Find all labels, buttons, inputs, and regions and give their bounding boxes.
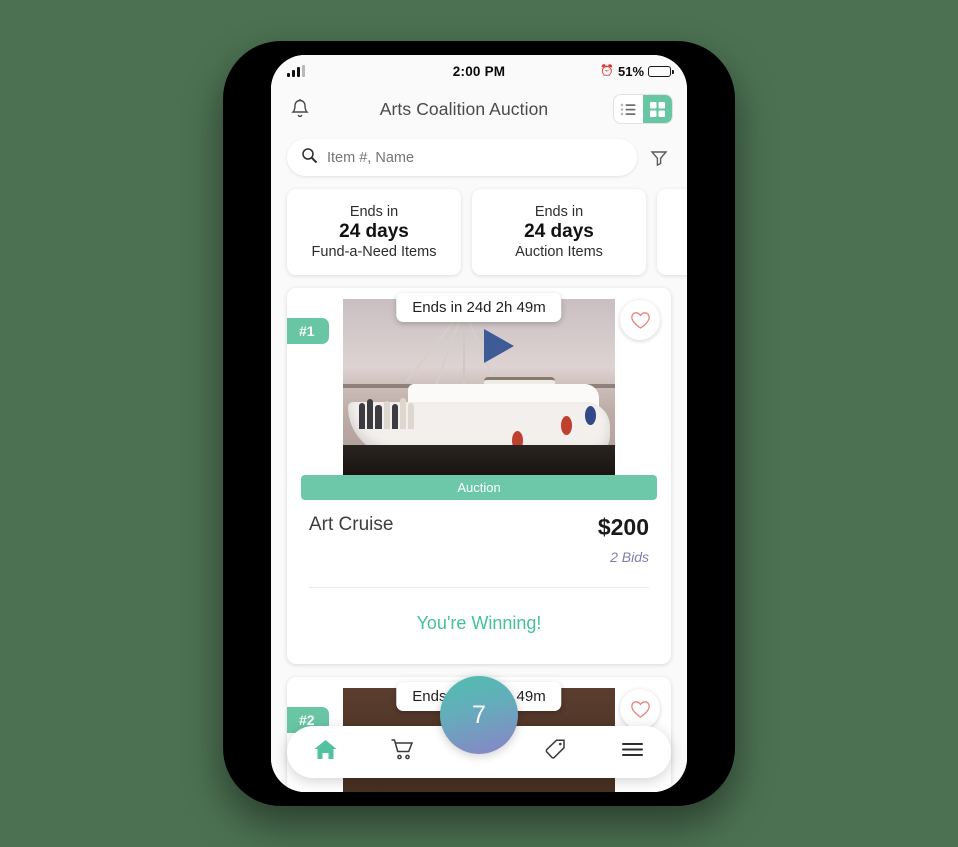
item-info: Art Cruise $200 2 Bids: [287, 502, 671, 565]
countdown-label: Auction Items: [515, 244, 603, 260]
status-badge: You're Winning!: [416, 613, 542, 633]
app-header: Arts Coalition Auction: [271, 85, 687, 133]
countdown-prefix: Ends in: [534, 204, 584, 220]
rank-badge: #1: [287, 318, 329, 344]
category-banner: Auction: [301, 475, 657, 500]
list-view-icon[interactable]: [614, 95, 643, 123]
hamburger-menu-icon: [620, 740, 645, 764]
shopping-cart-icon: [390, 738, 415, 766]
alarm-clock-icon: ⏰: [600, 64, 614, 77]
countdown-card-auction[interactable]: Ends in 24 days Auction Items: [472, 189, 646, 275]
item-title: Art Cruise: [309, 514, 394, 535]
filter-funnel-icon[interactable]: [647, 149, 671, 167]
countdown-strip[interactable]: Ends in 24 days Fund-a-Need Items Ends i…: [271, 186, 687, 288]
bell-icon[interactable]: [285, 98, 315, 120]
status-time: 2:00 PM: [452, 63, 506, 79]
battery-percent: 51%: [617, 63, 645, 79]
grid-view-icon[interactable]: [643, 95, 672, 123]
countdown-label: Fund-a-Need Items: [311, 244, 437, 260]
heart-outline-icon[interactable]: [620, 689, 660, 729]
phone-screen: 2:00 PM ⏰ 51% Arts Coalition Auction Ite…: [271, 55, 687, 792]
countdown-time: 24 days: [339, 221, 409, 242]
price-tag-icon: [543, 738, 568, 766]
search-icon: [301, 147, 318, 169]
countdown-card-store[interactable]: Ends in 24 days Store Items: [657, 189, 687, 275]
nav-item-cart[interactable]: [377, 738, 427, 766]
status-bar: 2:00 PM ⏰ 51%: [271, 55, 687, 85]
phone-frame: 2:00 PM ⏰ 51% Arts Coalition Auction Ite…: [223, 41, 735, 806]
item-bids[interactable]: 2 Bids: [598, 549, 649, 565]
nav-item-tag[interactable]: [531, 738, 581, 766]
countdown-card-fund-a-need[interactable]: Ends in 24 days Fund-a-Need Items: [287, 189, 461, 275]
item-photo: [343, 299, 615, 477]
countdown-prefix: Ends in: [349, 204, 399, 220]
item-card[interactable]: #1 Ends in 24d 2h 49m Auction Art Cruise…: [287, 288, 671, 664]
view-toggle[interactable]: [613, 94, 673, 124]
search-box[interactable]: [287, 139, 637, 176]
ends-in-pill: Ends in 24d 2h 49m: [396, 293, 562, 322]
paddle-number-button[interactable]: 7: [440, 676, 518, 754]
nav-item-home[interactable]: [300, 738, 350, 766]
search-input[interactable]: [327, 149, 623, 166]
search-row: [271, 133, 687, 186]
heart-outline-icon[interactable]: [620, 300, 660, 340]
paddle-number-value: 7: [472, 700, 486, 729]
page-title: Arts Coalition Auction: [379, 98, 549, 119]
nav-item-menu[interactable]: [608, 740, 658, 764]
home-icon: [313, 738, 338, 766]
battery-icon: [648, 65, 674, 77]
item-price: $200: [597, 514, 649, 540]
countdown-time: 24 days: [524, 221, 594, 242]
signal-bars-icon: [287, 65, 453, 77]
